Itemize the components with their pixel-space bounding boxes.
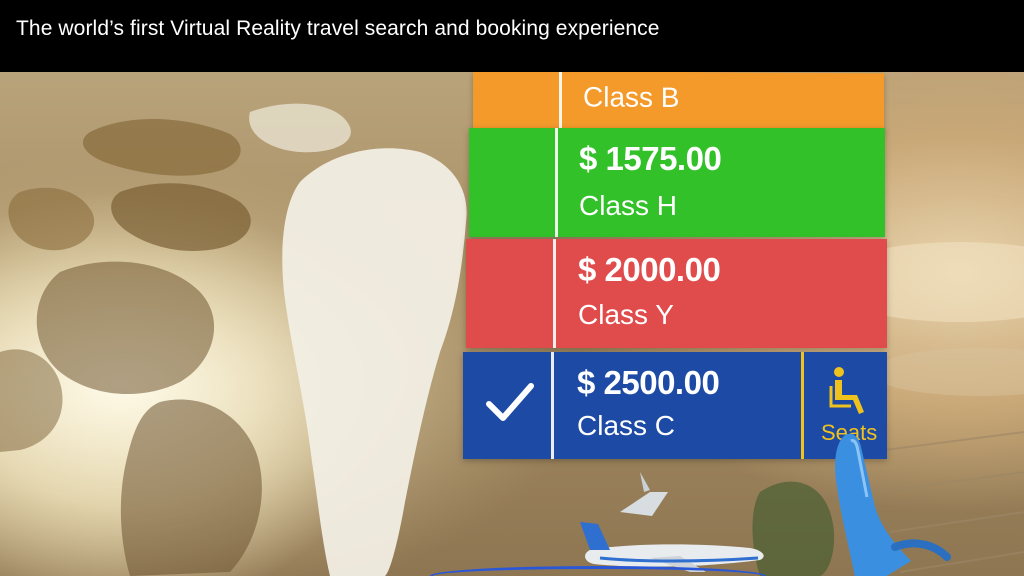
- airplane-icon: [580, 472, 764, 572]
- fare-class-label: Class B: [583, 81, 680, 114]
- seat-icon: [829, 367, 864, 414]
- fare-card-divider: [559, 72, 562, 132]
- seats-divider: [801, 352, 804, 459]
- fare-card-divider: [551, 352, 554, 459]
- fare-price: $ 1575.00: [579, 140, 722, 177]
- vr-video-frame: The world’s first Virtual Reality travel…: [0, 0, 1024, 576]
- fare-class-label: Class C: [577, 410, 676, 441]
- fare-class-label: Class H: [579, 190, 678, 221]
- video-title-bar: The world’s first Virtual Reality travel…: [0, 0, 1024, 72]
- fare-card-class-y[interactable]: $ 2000.00 Class Y: [466, 239, 887, 348]
- fare-card-divider: [555, 128, 558, 237]
- fare-card-divider: [553, 239, 556, 348]
- fare-card-class-b[interactable]: Class B: [473, 72, 884, 134]
- video-title: The world’s first Virtual Reality travel…: [16, 17, 660, 40]
- vr-scene: Class B $ 1575.00 Class H $ 2000.00 Clas…: [0, 72, 1024, 576]
- check-icon: [486, 383, 534, 421]
- fare-card-class-h[interactable]: $ 1575.00 Class H: [469, 128, 885, 237]
- fare-class-label: Class Y: [578, 299, 674, 330]
- fare-price: $ 2000.00: [578, 251, 721, 288]
- vr-pointer-icon: [835, 433, 951, 576]
- fare-price: $ 2500.00: [577, 364, 720, 401]
